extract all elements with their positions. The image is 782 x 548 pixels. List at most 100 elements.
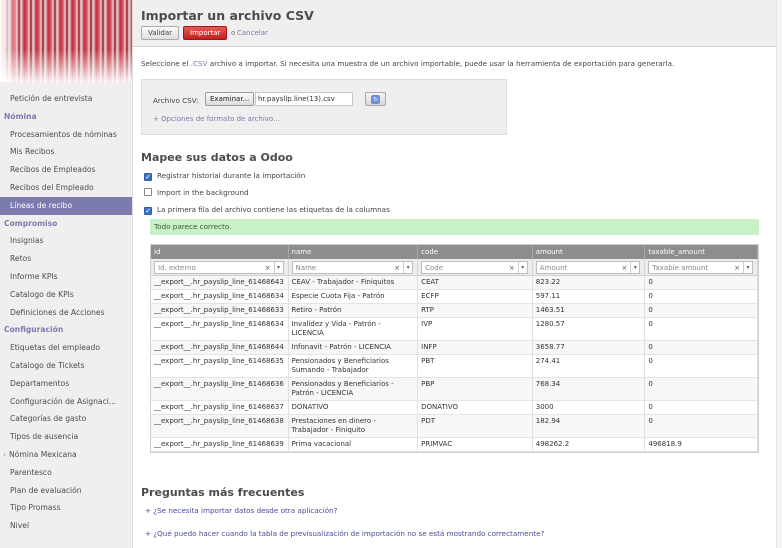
mapping-title: Mapee sus datos a Odoo — [141, 151, 293, 164]
cancel-link[interactable]: Cancelar — [237, 29, 268, 37]
sidebar-item-label: Retos — [10, 254, 32, 264]
table-row: __export__.hr_payslip_line_61468634 Inval… — [151, 318, 758, 341]
clear-icon[interactable]: × — [734, 262, 740, 274]
import-preview-table: id name code amount taxable_amount Id. exter… — [150, 244, 759, 453]
sidebar-item-label: Recibos del Empleado — [10, 182, 94, 192]
table-cell: 768.34 — [533, 378, 646, 400]
chevron-down-icon[interactable]: ▾ — [743, 262, 752, 273]
table-cell: 0 — [645, 341, 758, 354]
table-cell: 274.41 — [533, 355, 646, 377]
sidebar-section[interactable]: Compromiso — [0, 215, 132, 233]
sidebar-item[interactable]: Configuración de Asignaci... — [0, 393, 132, 411]
format-options-link[interactable]: + Opciones de formato de archivo... — [153, 115, 280, 123]
table-cell: __export__.hr_payslip_line_61468635 — [151, 355, 289, 377]
clear-icon[interactable]: × — [509, 262, 515, 274]
column-header: id — [151, 245, 289, 259]
validate-button[interactable]: Validar — [141, 26, 180, 40]
clear-icon[interactable]: × — [265, 262, 271, 274]
sidebar-item[interactable]: Etiquetas del empleado — [0, 339, 132, 357]
field-select-value: Code — [425, 264, 444, 272]
file-label: Archivo CSV: — [153, 96, 199, 105]
field-select[interactable]: Taxable amount × ▾ — [648, 261, 753, 274]
table-row: __export__.hr_payslip_line_61468638 Prest… — [151, 415, 758, 438]
table-cell: 498262.2 — [533, 438, 646, 451]
table-row: __export__.hr_payslip_line_61468635 Pensi… — [151, 355, 758, 378]
headers-row-checkbox[interactable]: ✓ La primera fila del archivo contiene la… — [144, 205, 390, 215]
track-history-checkbox[interactable]: ✓ Registrar historial durante la importac… — [144, 171, 305, 181]
table-cell: 823.22 — [533, 276, 646, 289]
import-button[interactable]: Importar — [183, 26, 228, 40]
sidebar: Petición de entrevista Nómina Procesamient… — [0, 0, 133, 548]
sidebar-item[interactable]: Tipos de ausencia — [0, 428, 132, 446]
field-select[interactable]: Amount × ▾ — [535, 261, 641, 274]
checkbox-icon[interactable]: ✓ — [144, 207, 152, 215]
sidebar-item[interactable]: › Nómina Mexicana — [0, 446, 132, 464]
clear-icon[interactable]: × — [394, 262, 400, 274]
sidebar-section[interactable]: Configuración — [0, 321, 132, 339]
sidebar-item[interactable]: Mis Recibos — [0, 143, 132, 161]
sidebar-item[interactable]: Tipo Promass — [0, 499, 132, 517]
sidebar-item[interactable]: Procesamientos de nóminas — [0, 126, 132, 144]
sidebar-item[interactable]: Definiciones de Acciones — [0, 304, 132, 322]
browse-button[interactable]: Examinar... — [205, 92, 255, 106]
sidebar-item[interactable]: Departamentos — [0, 375, 132, 393]
sidebar-item-label: Etiquetas del empleado — [10, 343, 100, 353]
table-cell: __export__.hr_payslip_line_61468634 — [151, 290, 289, 303]
chevron-down-icon[interactable]: ▾ — [517, 262, 527, 273]
table-row: __export__.hr_payslip_line_61468643 CEAV … — [151, 276, 758, 290]
sidebar-item-label: Nivel — [10, 521, 30, 531]
sidebar-item-label: Catalogo de Tickets — [10, 360, 85, 370]
table-cell: PBT — [418, 355, 533, 377]
sidebar-item[interactable]: Petición de entrevista — [0, 90, 132, 108]
sidebar-item[interactable]: Recibos del Empleado — [0, 179, 132, 197]
file-name-field[interactable]: hr.payslip.line(13).csv — [255, 92, 353, 106]
sidebar-item[interactable]: Retos — [0, 250, 132, 268]
clear-icon[interactable]: × — [622, 262, 628, 274]
field-select[interactable]: Name × ▾ — [291, 261, 414, 274]
table-cell: Retiro - Patrón — [289, 304, 419, 317]
sidebar-item[interactable]: Catalogo de KPIs — [0, 286, 132, 304]
sidebar-item[interactable]: Nivel — [0, 517, 132, 535]
checkbox-icon[interactable] — [144, 188, 152, 196]
sidebar-item-label: Informe KPIs — [10, 271, 58, 281]
table-cell: 0 — [645, 276, 758, 289]
sidebar-item[interactable]: Categorías de gasto — [0, 410, 132, 428]
main-content: Importar un archivo CSV Validar Importar… — [133, 0, 782, 548]
background-import-checkbox[interactable]: Import in the background — [144, 188, 249, 197]
sidebar-item[interactable]: Insignias — [0, 232, 132, 250]
sidebar-item-label: Tipo Promass — [10, 503, 61, 513]
reload-file-button[interactable]: ↻ — [365, 92, 386, 106]
table-cell: ECFP — [418, 290, 533, 303]
sidebar-item[interactable]: Informe KPIs — [0, 268, 132, 286]
chevron-down-icon[interactable]: ▾ — [273, 262, 283, 273]
field-select-cell: Amount × ▾ — [533, 259, 646, 275]
field-select[interactable]: Id. externo × ▾ — [154, 261, 284, 274]
faq-item[interactable]: + ¿Se necesita importar datos desde otra… — [145, 506, 337, 515]
sidebar-item-label: Nómina — [4, 111, 37, 121]
table-cell: Pensionados y Beneficiarios - Patrón - L… — [289, 378, 419, 400]
vertical-scrollbar[interactable] — [776, 0, 782, 548]
sidebar-item-label: Recibos de Empleados — [10, 165, 96, 175]
field-mapping-row: Id. externo × ▾ Name × ▾ Code × ▾ Amount × ▾ Taxable… — [151, 259, 758, 276]
sidebar-item[interactable]: Líneas de recibo — [0, 196, 132, 215]
sidebar-menu: Petición de entrevista Nómina Procesamient… — [0, 90, 132, 535]
table-cell: INFP — [418, 341, 533, 354]
sidebar-section[interactable]: Nómina — [0, 108, 132, 126]
sidebar-item[interactable]: Plan de evaluación — [0, 482, 132, 500]
sidebar-item-label: Definiciones de Acciones — [10, 307, 105, 317]
chevron-down-icon[interactable]: ▾ — [630, 262, 639, 273]
sidebar-item-label: Nómina Mexicana — [9, 449, 77, 459]
sidebar-item[interactable]: Parentesco — [0, 464, 132, 482]
table-row: __export__.hr_payslip_line_61468633 Retir… — [151, 304, 758, 318]
faq-item[interactable]: + ¿Qué puedo hacer cuando la tabla de pr… — [145, 529, 544, 538]
sidebar-item[interactable]: Catalogo de Tickets — [0, 357, 132, 375]
table-cell: Pensionados y Beneficiarios Sumando - Tr… — [289, 355, 419, 377]
field-select[interactable]: Code × ▾ — [421, 261, 528, 274]
sidebar-item[interactable]: Recibos de Empleados — [0, 161, 132, 179]
table-cell: 496818.9 — [645, 438, 758, 451]
table-cell: PRIMVAC — [418, 438, 533, 451]
checkbox-label: Import in the background — [157, 188, 249, 197]
chevron-down-icon[interactable]: ▾ — [403, 262, 412, 273]
company-logo — [0, 0, 132, 82]
checkbox-icon[interactable]: ✓ — [144, 173, 152, 181]
